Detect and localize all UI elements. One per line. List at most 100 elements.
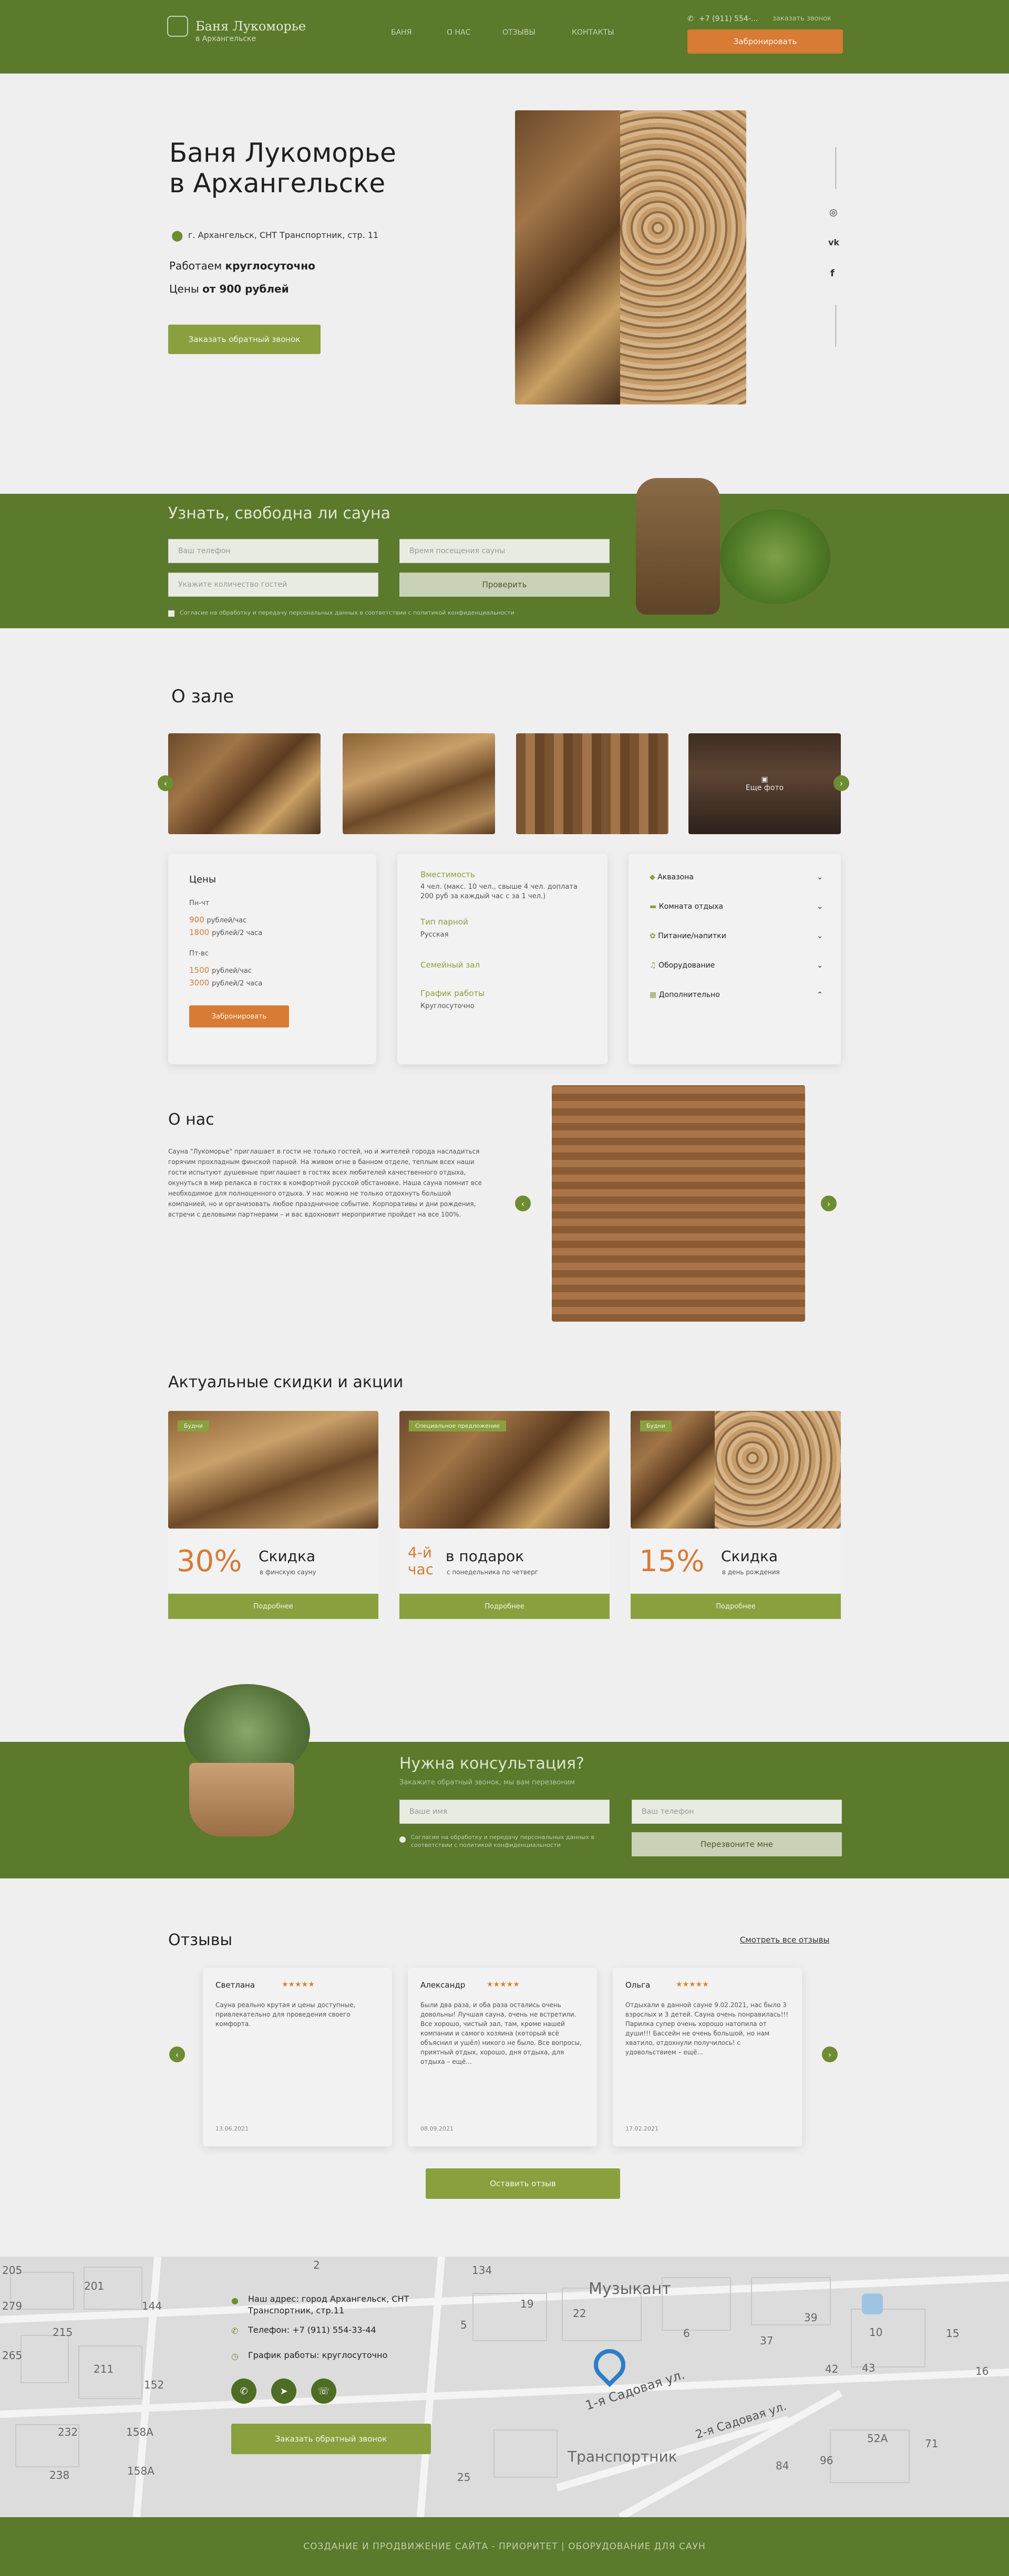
gallery-photo-2[interactable] [343, 733, 495, 834]
prices-book-button[interactable]: Забронировать [189, 1005, 289, 1027]
hero-title-line2: в Архангельске [169, 168, 386, 199]
promo-sub-3: в день рождения [722, 1569, 780, 1576]
gallery-prev-arrow[interactable]: ‹ [158, 775, 173, 791]
promo-photo-3-woodpile [715, 1411, 841, 1529]
map-house-number: 158А [126, 2426, 153, 2438]
site-footer: СОЗДАНИЕ И ПРОДВИЖЕНИЕ САЙТА - ПРИОРИТЕТ… [0, 2517, 1009, 2576]
schedule-value: Круглосуточно [420, 1002, 475, 1010]
all-reviews-link[interactable]: Смотреть все отзывы [740, 1935, 829, 1945]
map-house-number: 37 [760, 2334, 774, 2347]
map-house-number: 152 [144, 2378, 164, 2391]
site-header: Баня Лукоморье в Архангельске БАНЯ О НАС… [0, 0, 1009, 74]
prices-card: Цены Пн-чт 900 рублей/час 1800 рублей/2 … [168, 854, 376, 1064]
book-button[interactable]: Забронировать [687, 29, 843, 54]
amenity-extra[interactable]: ▦ Дополнительно ⌃ [650, 991, 823, 999]
chevron-down-icon: ⌄ [817, 932, 823, 940]
header-phone[interactable]: +7 (911) 554-... [699, 15, 758, 23]
chevron-down-icon: ⌄ [817, 873, 823, 881]
nav-item-contacts[interactable]: КОНТАКТЫ [572, 28, 614, 37]
consult-consent: Согласие на обработку и передачу персона… [411, 1834, 594, 1848]
viber-icon[interactable]: ☏ [311, 2378, 336, 2404]
review-card-3: Ольга ★★★★★ Отдыхали в данной сауне 9.02… [613, 1968, 802, 2146]
bucket-image [636, 478, 720, 615]
consult-phone-input[interactable]: Ваш телефон [632, 1800, 842, 1824]
gallery-photo-3[interactable] [516, 733, 668, 834]
review-name-3: Ольга [625, 1980, 651, 1990]
about-section: О нас Сауна "Лукоморье" приглашает в гос… [0, 1085, 1009, 1343]
map-label-district: Музыкант [589, 2280, 671, 2298]
map-house-number: 201 [84, 2280, 105, 2292]
promo-button-2[interactable]: Подробнее [399, 1594, 610, 1619]
reviews-next-arrow[interactable]: › [822, 2047, 838, 2062]
steam-value: Русская [420, 931, 449, 939]
nav-item-banya[interactable]: БАНЯ [391, 28, 411, 37]
logo-title[interactable]: Баня Лукоморье [195, 19, 306, 34]
promo-head-3: Скидка [721, 1547, 778, 1565]
consent-checkbox[interactable] [168, 610, 174, 617]
hero-callback-button[interactable]: Заказать обратный звонок [168, 325, 321, 354]
map-house-number: 19 [520, 2298, 534, 2310]
hero-price: Цены от 900 рублей [169, 283, 289, 295]
call-me-button[interactable]: Перезвоните мне [632, 1832, 842, 1856]
availability-date-input[interactable]: Время посещения сауны [399, 539, 610, 563]
map-house-number: 5 [460, 2319, 467, 2331]
gallery-photo-1[interactable] [168, 733, 321, 834]
aqua-icon: ◆ [650, 873, 658, 881]
map-house-number: 10 [869, 2326, 883, 2339]
hero-title-line1: Баня Лукоморье [169, 138, 396, 168]
promo-button-3[interactable]: Подробнее [631, 1594, 841, 1619]
callback-link[interactable]: заказать звонок [773, 15, 831, 23]
map-house-number: 134 [472, 2264, 492, 2277]
availability-phone-input[interactable]: Ваш телефон [168, 539, 378, 563]
facebook-icon[interactable]: f [830, 268, 835, 279]
contacts-panel: ● Наш адрес: город Архангельск, СНТ Тран… [221, 2293, 441, 2454]
promo-tag-1: Будни [178, 1420, 210, 1431]
check-button[interactable]: Проверить [399, 573, 610, 597]
hero-hours: Работаем круглосуточно [169, 259, 315, 272]
capacity-label: Вместимость [420, 870, 475, 879]
promo-sub-2: с понедельника по четверг [447, 1569, 539, 1576]
contacts-callback-button[interactable]: Заказать обратный звонок [231, 2424, 431, 2454]
leave-review-button[interactable]: Оставить отзыв [426, 2168, 620, 2199]
promo-button-1[interactable]: Подробнее [168, 1594, 378, 1619]
reviews-prev-arrow[interactable]: ‹ [169, 2047, 185, 2062]
chevron-up-icon: ⌃ [817, 991, 823, 999]
nav-item-reviews[interactable]: ОТЗЫВЫ [502, 28, 536, 37]
consult-consent-radio[interactable] [399, 1836, 406, 1843]
map-house-number: 2 [313, 2259, 320, 2271]
gallery-next-arrow[interactable]: › [833, 775, 849, 791]
consult-name-input[interactable]: Ваше имя [399, 1800, 610, 1824]
map-label-area: Транспортник [568, 2448, 677, 2465]
amenity-extra-label: Дополнительно [658, 991, 720, 999]
nav-item-about[interactable]: О НАС [447, 28, 470, 37]
logo-subtitle: в Архангельске [195, 35, 256, 43]
weekend-price-1: 1500 [189, 965, 210, 975]
gallery-photo-4[interactable]: ▣ Еще фото [688, 733, 841, 834]
gallery-more-overlay[interactable]: ▣ Еще фото [688, 733, 841, 834]
about-next-arrow[interactable]: › [821, 1196, 837, 1211]
footer-text[interactable]: СОЗДАНИЕ И ПРОДВИЖЕНИЕ САЙТА - ПРИОРИТЕТ… [303, 2541, 705, 2552]
contact-phone[interactable]: Телефон: +7 (911) 554-33-44 [248, 2325, 376, 2335]
whatsapp-icon[interactable]: ✆ [231, 2378, 256, 2404]
amenity-equipment[interactable]: ♫ Оборудование ⌄ [650, 961, 823, 970]
hero-address: г. Архангельск, СНТ Транспортник, стр. 1… [188, 230, 379, 240]
instagram-icon[interactable]: ◎ [829, 207, 838, 218]
availability-guests-input[interactable]: Укажите количество гостей [168, 573, 378, 597]
amenity-rest-room[interactable]: ▬ Комната отдыха ⌄ [650, 902, 823, 911]
amenity-aqua[interactable]: ◆ Аквазона ⌄ [650, 873, 823, 881]
telegram-icon[interactable]: ➤ [271, 2378, 296, 2404]
map-house-number: 158А [127, 2465, 155, 2477]
promo-tag-3: Будни [640, 1420, 672, 1431]
review-card-2: Александр ★★★★★ Были два раза, и оба раз… [408, 1968, 597, 2146]
map-house-number: 84 [776, 2459, 789, 2472]
hero-section: Баня Лукоморье в Архангельске ⬤ г. Архан… [0, 74, 1009, 494]
vk-icon[interactable]: vk [828, 237, 839, 247]
promo-head-2: в подарок [446, 1547, 524, 1565]
amenity-food[interactable]: ✿ Питание/напитки ⌄ [650, 932, 823, 940]
map-section[interactable]: Музыкант 1-я Садовая ул. 2-я Садовая ул.… [0, 2257, 1009, 2517]
consult-title: Нужна консультация? [399, 1754, 584, 1773]
about-prev-arrow[interactable]: ‹ [515, 1196, 531, 1211]
chevron-down-icon: ⌄ [817, 902, 823, 911]
map-house-number: 238 [49, 2469, 70, 2481]
hero-photo-room [515, 110, 620, 404]
